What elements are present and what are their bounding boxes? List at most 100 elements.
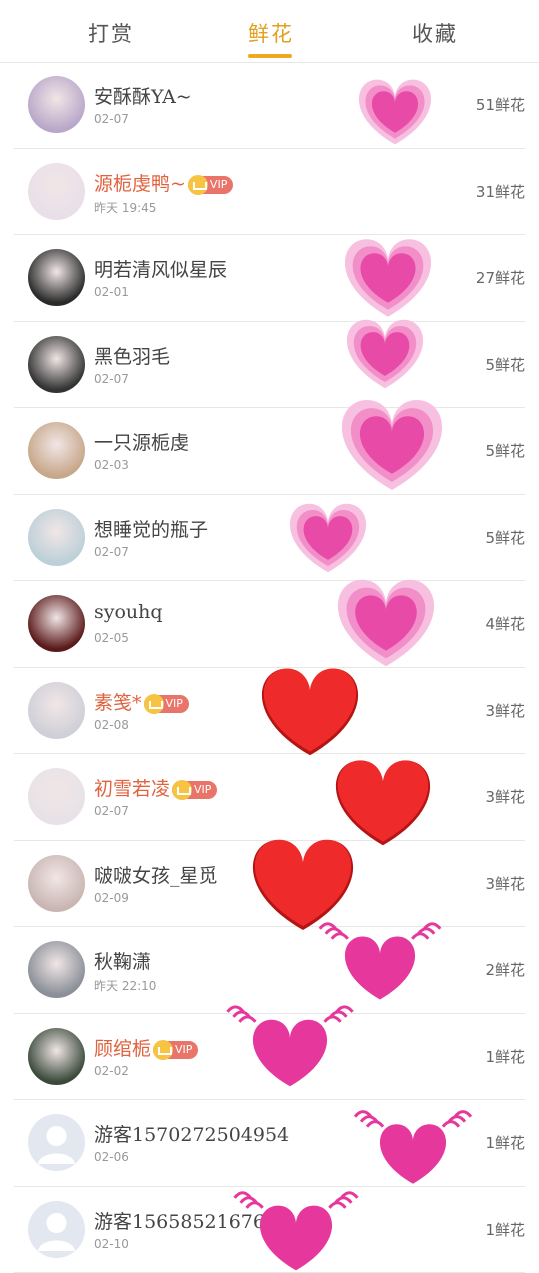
username[interactable]: 一只源栀虔 [94,428,189,455]
timestamp: 02-01 [94,285,129,299]
list-item[interactable]: syouhq02-054鲜花 [14,581,525,668]
crown-icon [172,780,192,800]
list-item[interactable]: 黑色羽毛 02-07 5鲜花 [14,322,525,409]
avatar[interactable] [28,1028,85,1085]
vip-badge: VIP [172,781,217,799]
flower-count: 2鲜花 [485,959,525,980]
default-avatar-icon[interactable] [28,1201,85,1258]
tab-bar: 打赏 鲜花 收藏 [0,0,539,63]
list-item[interactable]: 顾绾栀 VIP 02-02 1鲜花 [14,1014,525,1101]
crown-icon [188,175,208,195]
avatar[interactable] [28,76,85,133]
tab-reward[interactable]: 打赏 [88,18,134,48]
username-text: 安酥酥YA~ [94,86,192,108]
username[interactable]: 初雪若凌 VIP [94,774,217,801]
timestamp: 02-05 [94,631,129,645]
flower-count: 5鲜花 [485,527,525,548]
flower-count: 31鲜花 [476,181,525,202]
username[interactable]: 源栀虔鸭~ VIP [94,169,233,196]
timestamp: 02-06 [94,1150,129,1164]
avatar[interactable] [28,249,85,306]
avatar[interactable] [28,768,85,825]
username[interactable]: 素笺* VIP [94,688,189,715]
flower-count: 5鲜花 [485,354,525,375]
flower-count: 1鲜花 [485,1219,525,1240]
timestamp: 02-08 [94,718,129,732]
timestamp: 02-03 [94,458,129,472]
flower-count: 1鲜花 [485,1046,525,1067]
username[interactable]: 黑色羽毛 [94,342,170,369]
list-item[interactable]: 初雪若凌 VIP 02-07 3鲜花 [14,754,525,841]
tab-flowers[interactable]: 鲜花 [248,18,294,48]
vip-label: VIP [175,1043,192,1056]
avatar[interactable] [28,941,85,998]
list-item[interactable]: 游客1570272504954 02-06 1鲜花 [14,1100,525,1187]
list-item[interactable]: 安酥酥YA~ 02-07 51鲜花 [14,62,525,149]
tab-favorites[interactable]: 收藏 [412,18,458,48]
list-item[interactable]: 秋鞠潇昨天 22:10 2鲜花 [14,927,525,1014]
flower-count: 1鲜花 [485,1132,525,1153]
username-text: 明若清风似星辰 [94,259,227,281]
timestamp: 02-09 [94,891,129,905]
active-tab-indicator [248,54,292,58]
flower-count: 5鲜花 [485,440,525,461]
avatar[interactable] [28,855,85,912]
timestamp: 昨天 19:45 [94,199,156,216]
username[interactable]: 游客1565852167662 [94,1207,289,1234]
username-text: 黑色羽毛 [94,346,170,368]
flower-count: 3鲜花 [485,700,525,721]
username-text: 一只源栀虔 [94,432,189,454]
flower-count: 27鲜花 [476,267,525,288]
list-item[interactable]: 素笺* VIP 02-08 3鲜花 [14,668,525,755]
vip-label: VIP [166,697,183,710]
username-text: 素笺* [94,692,142,714]
avatar[interactable] [28,422,85,479]
username[interactable]: 想睡觉的瓶子 [94,515,208,542]
avatar[interactable] [28,595,85,652]
vip-label: VIP [194,783,211,796]
timestamp: 02-07 [94,804,129,818]
timestamp: 02-10 [94,1237,129,1251]
timestamp: 昨天 22:10 [94,977,156,994]
username-text: 秋鞠潇 [94,951,151,973]
flower-count: 3鲜花 [485,873,525,894]
timestamp: 02-07 [94,112,129,126]
username[interactable]: syouhq [94,601,163,623]
list-item[interactable]: 游客1565852167662 02-10 1鲜花 [14,1187,525,1273]
username-text: 初雪若凌 [94,778,170,800]
timestamp: 02-07 [94,545,129,559]
crown-icon [153,1040,173,1060]
avatar[interactable] [28,509,85,566]
username-text: 啵啵女孩_星觅 [94,865,218,887]
username[interactable]: 明若清风似星辰 [94,255,227,282]
username[interactable]: 啵啵女孩_星觅 [94,861,218,888]
avatar[interactable] [28,163,85,220]
username[interactable]: 安酥酥YA~ [94,82,192,109]
list-item[interactable]: 源栀虔鸭~ VIP 昨天 19:45 31鲜花 [14,149,525,236]
username[interactable]: 游客1570272504954 [94,1120,289,1147]
username-text: 游客1565852167662 [94,1211,289,1233]
avatar[interactable] [28,682,85,739]
flower-count: 51鲜花 [476,94,525,115]
vip-badge: VIP [144,695,189,713]
crown-icon [144,694,164,714]
timestamp: 02-02 [94,1064,129,1078]
username[interactable]: 顾绾栀 VIP [94,1034,198,1061]
list-item[interactable]: 一只源栀虔 02-03 5鲜花 [14,408,525,495]
username-text: syouhq [94,601,163,623]
vip-label: VIP [210,178,227,191]
username-text: 想睡觉的瓶子 [94,519,208,541]
vip-badge: VIP [188,176,233,194]
vip-badge: VIP [153,1041,198,1059]
flower-ranking-list: 安酥酥YA~ 02-07 51鲜花源栀虔鸭~ VIP 昨天 19:45 31鲜花明若清风似… [0,62,539,1273]
flower-count: 3鲜花 [485,786,525,807]
default-avatar-icon[interactable] [28,1114,85,1171]
list-item[interactable]: 啵啵女孩_星觅 02-09 3鲜花 [14,841,525,928]
list-item[interactable]: 想睡觉的瓶子 02-07 5鲜花 [14,495,525,582]
list-item[interactable]: 明若清风似星辰 02-01 27鲜花 [14,235,525,322]
avatar[interactable] [28,336,85,393]
username[interactable]: 秋鞠潇 [94,947,151,974]
username-text: 源栀虔鸭~ [94,173,186,195]
timestamp: 02-07 [94,372,129,386]
username-text: 顾绾栀 [94,1038,151,1060]
